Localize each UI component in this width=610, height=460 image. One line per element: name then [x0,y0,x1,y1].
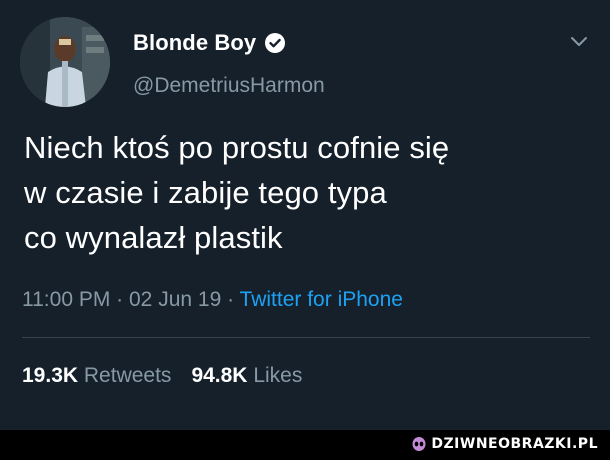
tweet-time[interactable]: 11:00 PM [22,288,110,311]
meta-separator: · [221,288,240,311]
meta-separator: · [110,288,129,311]
tweet-date[interactable]: 02 Jun 19 [129,288,221,311]
likes-stat[interactable]: 94.8K Likes [191,364,302,387]
retweets-label: Retweets [83,364,172,387]
retweets-count: 19.3K [22,364,79,387]
watermark-text: DZIWNEOBRAZKI.PL [431,436,598,452]
tweet-meta: 11:00 PM · 02 Jun 19 · Twitter for iPhon… [22,288,403,312]
handle[interactable]: @DemetriusHarmon [133,74,325,98]
source-link[interactable]: Twitter for iPhone [240,288,403,311]
verified-badge-icon [264,32,286,54]
likes-label: Likes [253,364,303,387]
tweet-text-line: Niech ktoś po prostu cofnie się [24,130,450,165]
avatar-image [20,17,110,107]
author-name-row[interactable]: Blonde Boy [133,30,286,56]
display-name[interactable]: Blonde Boy [133,30,256,56]
tweet-text: Niech ktoś po prostu cofnie się w czasie… [24,125,584,260]
avatar[interactable] [20,17,110,107]
chevron-down-icon[interactable] [568,34,590,50]
engagement-stats: 19.3K Retweets 94.8K Likes [22,364,302,388]
tweet-text-line: w czasie i zabije tego typa [24,175,387,210]
tweet-text-line: co wynalazł plastik [24,220,283,255]
retweets-stat[interactable]: 19.3K Retweets [22,364,171,387]
likes-count: 94.8K [191,364,248,387]
tweet-card: Blonde Boy @DemetriusHarmon Niech ktoś p… [0,0,610,430]
watermark: DZIWNEOBRAZKI.PL [411,436,598,452]
alien-icon [411,436,427,452]
divider [22,337,590,338]
